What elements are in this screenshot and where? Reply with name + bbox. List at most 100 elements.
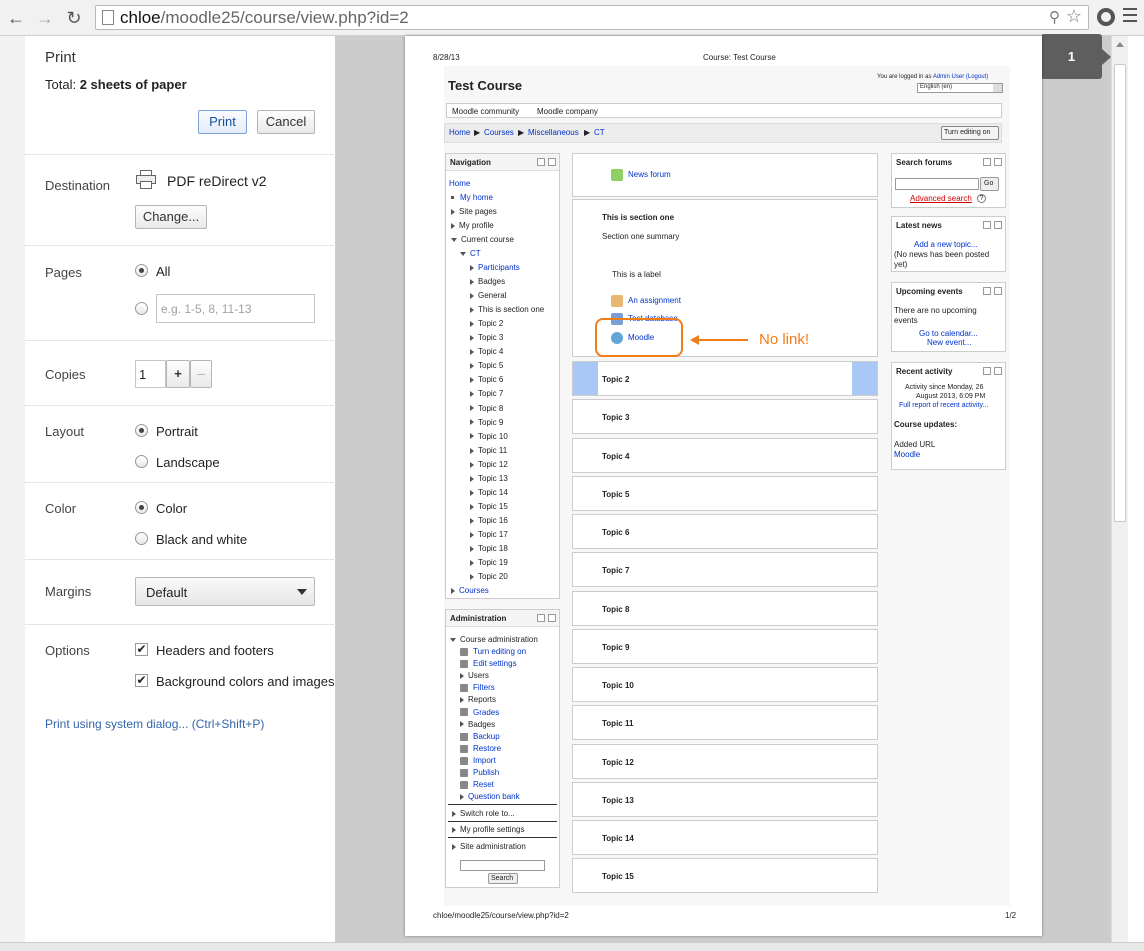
admin-item[interactable]: Users (460, 671, 489, 680)
menu-item-community[interactable]: Moodle community (452, 107, 519, 116)
headers-footers-checkbox[interactable]: ✔ (135, 643, 148, 656)
breadcrumb-course[interactable]: CT (594, 128, 605, 137)
pages-range-input[interactable]: e.g. 1-5, 8, 11-13 (156, 294, 315, 323)
bookmark-star-icon[interactable]: ☆ (1066, 6, 1082, 27)
nav-course-item[interactable]: Badges (470, 277, 505, 286)
nav-course-item[interactable]: Topic 18 (470, 544, 508, 553)
block-hide-icon[interactable] (983, 367, 991, 375)
breadcrumb-home[interactable]: Home (449, 128, 470, 137)
nav-courses[interactable]: Courses (451, 586, 489, 595)
block-dock-icon[interactable] (994, 367, 1002, 375)
nav-course-item[interactable]: This is section one (470, 305, 544, 314)
language-select[interactable]: English (en) (917, 83, 1003, 93)
nav-course-item[interactable]: Topic 16 (470, 516, 508, 525)
recent-moodle-link[interactable]: Moodle (894, 450, 920, 459)
menu-icon[interactable] (1123, 8, 1137, 24)
forward-arrow-icon[interactable]: → (33, 6, 57, 30)
nav-course-item[interactable]: Topic 4 (470, 347, 503, 356)
advanced-search-link[interactable]: Advanced search (910, 194, 972, 203)
help-icon[interactable]: ? (977, 194, 986, 203)
forum-search-input[interactable] (895, 178, 979, 190)
nav-course-item[interactable]: Topic 5 (470, 361, 503, 370)
nav-course-item[interactable]: Topic 3 (470, 333, 503, 342)
new-event-link[interactable]: New event... (927, 338, 971, 347)
print-button[interactable]: Print (198, 110, 247, 134)
landscape-radio[interactable] (135, 455, 148, 468)
nav-home[interactable]: Home (449, 179, 470, 188)
pages-all-radio[interactable] (135, 264, 148, 277)
pages-custom-radio[interactable] (135, 302, 148, 315)
background-graphics-checkbox[interactable]: ✔ (135, 674, 148, 687)
go-to-calendar-link[interactable]: Go to calendar... (919, 329, 978, 338)
admin-item[interactable]: Filters (460, 683, 495, 692)
back-arrow-icon[interactable]: ← (4, 6, 28, 30)
add-news-topic-link[interactable]: Add a new topic... (914, 240, 978, 249)
block-hide-icon[interactable] (983, 287, 991, 295)
admin-site-administration[interactable]: Site administration (452, 842, 526, 851)
admin-item[interactable]: Reset (460, 780, 494, 789)
nav-course-item[interactable]: Topic 6 (470, 375, 503, 384)
admin-item[interactable]: Backup (460, 732, 500, 741)
nav-course-item[interactable]: Topic 12 (470, 460, 508, 469)
admin-search-input[interactable] (460, 860, 545, 871)
cancel-button[interactable]: Cancel (257, 110, 315, 134)
forum-search-go-button[interactable]: Go (980, 177, 999, 191)
scroll-up-icon[interactable] (1116, 42, 1124, 47)
menu-item-company[interactable]: Moodle company (537, 107, 598, 116)
breadcrumb-category[interactable]: Miscellaneous (528, 128, 579, 137)
copies-increment-button[interactable]: + (166, 360, 190, 388)
color-radio[interactable] (135, 501, 148, 514)
nav-course-item[interactable]: Topic 15 (470, 502, 508, 511)
nav-course-item[interactable]: Topic 14 (470, 488, 508, 497)
nav-course-item[interactable]: Topic 20 (470, 572, 508, 581)
admin-item[interactable]: Publish (460, 768, 499, 777)
nav-course-item[interactable]: Topic 8 (470, 404, 503, 413)
address-bar[interactable]: chloe/moodle25/course/view.php?id=2 ⚲ ☆ (95, 5, 1089, 30)
nav-my-profile[interactable]: My profile (451, 221, 494, 230)
admin-item[interactable]: Import (460, 756, 496, 765)
nav-course-item[interactable]: Topic 13 (470, 474, 508, 483)
nav-my-home[interactable]: My home (451, 193, 493, 202)
turn-editing-on-button[interactable]: Turn editing on (941, 126, 999, 140)
system-dialog-link[interactable]: Print using system dialog... (Ctrl+Shift… (45, 717, 264, 731)
nav-course-item[interactable]: General (470, 291, 506, 300)
copies-decrement-button[interactable]: – (190, 360, 212, 388)
scroll-thumb[interactable] (1114, 64, 1126, 522)
full-report-link[interactable]: Full report of recent activity... (899, 402, 988, 409)
nav-course-item[interactable]: Topic 7 (470, 389, 503, 398)
admin-item[interactable]: Edit settings (460, 659, 517, 668)
admin-item[interactable]: Reports (460, 695, 496, 704)
admin-search-button[interactable]: Search (488, 873, 518, 884)
margins-select[interactable]: Default (135, 577, 315, 606)
portrait-radio[interactable] (135, 424, 148, 437)
block-hide-icon[interactable] (983, 221, 991, 229)
block-hide-icon[interactable] (537, 614, 545, 622)
black-white-radio[interactable] (135, 532, 148, 545)
admin-item[interactable]: Question bank (460, 792, 520, 801)
block-hide-icon[interactable] (537, 158, 545, 166)
zoom-icon[interactable]: ⚲ (1049, 8, 1060, 26)
admin-my-profile-settings[interactable]: My profile settings (452, 825, 524, 834)
nav-course-item[interactable]: Topic 17 (470, 530, 508, 539)
admin-item[interactable]: Restore (460, 744, 501, 753)
breadcrumb-courses[interactable]: Courses (484, 128, 514, 137)
admin-switch-role[interactable]: Switch role to... (452, 809, 515, 818)
nav-course-item[interactable]: Topic 11 (470, 446, 507, 455)
admin-item[interactable]: Turn editing on (460, 647, 526, 656)
nav-course-item[interactable]: Topic 19 (470, 558, 508, 567)
block-dock-icon[interactable] (994, 287, 1002, 295)
block-dock-icon[interactable] (548, 158, 556, 166)
assignment-link[interactable]: An assignment (611, 295, 681, 307)
block-dock-icon[interactable] (994, 158, 1002, 166)
nav-course-item[interactable]: Participants (470, 263, 520, 272)
admin-course-administration[interactable]: Course administration (450, 635, 538, 644)
admin-item[interactable]: Grades (460, 708, 499, 717)
nav-site-pages[interactable]: Site pages (451, 207, 497, 216)
nav-course-item[interactable]: Topic 2 (470, 319, 503, 328)
nav-course-item[interactable]: Topic 10 (470, 432, 508, 441)
extension-icon[interactable] (1097, 8, 1115, 26)
admin-item[interactable]: Badges (460, 720, 495, 729)
nav-current-course[interactable]: Current course (451, 235, 514, 244)
reload-icon[interactable]: ↻ (62, 6, 86, 30)
nav-course-item[interactable]: Topic 9 (470, 418, 503, 427)
